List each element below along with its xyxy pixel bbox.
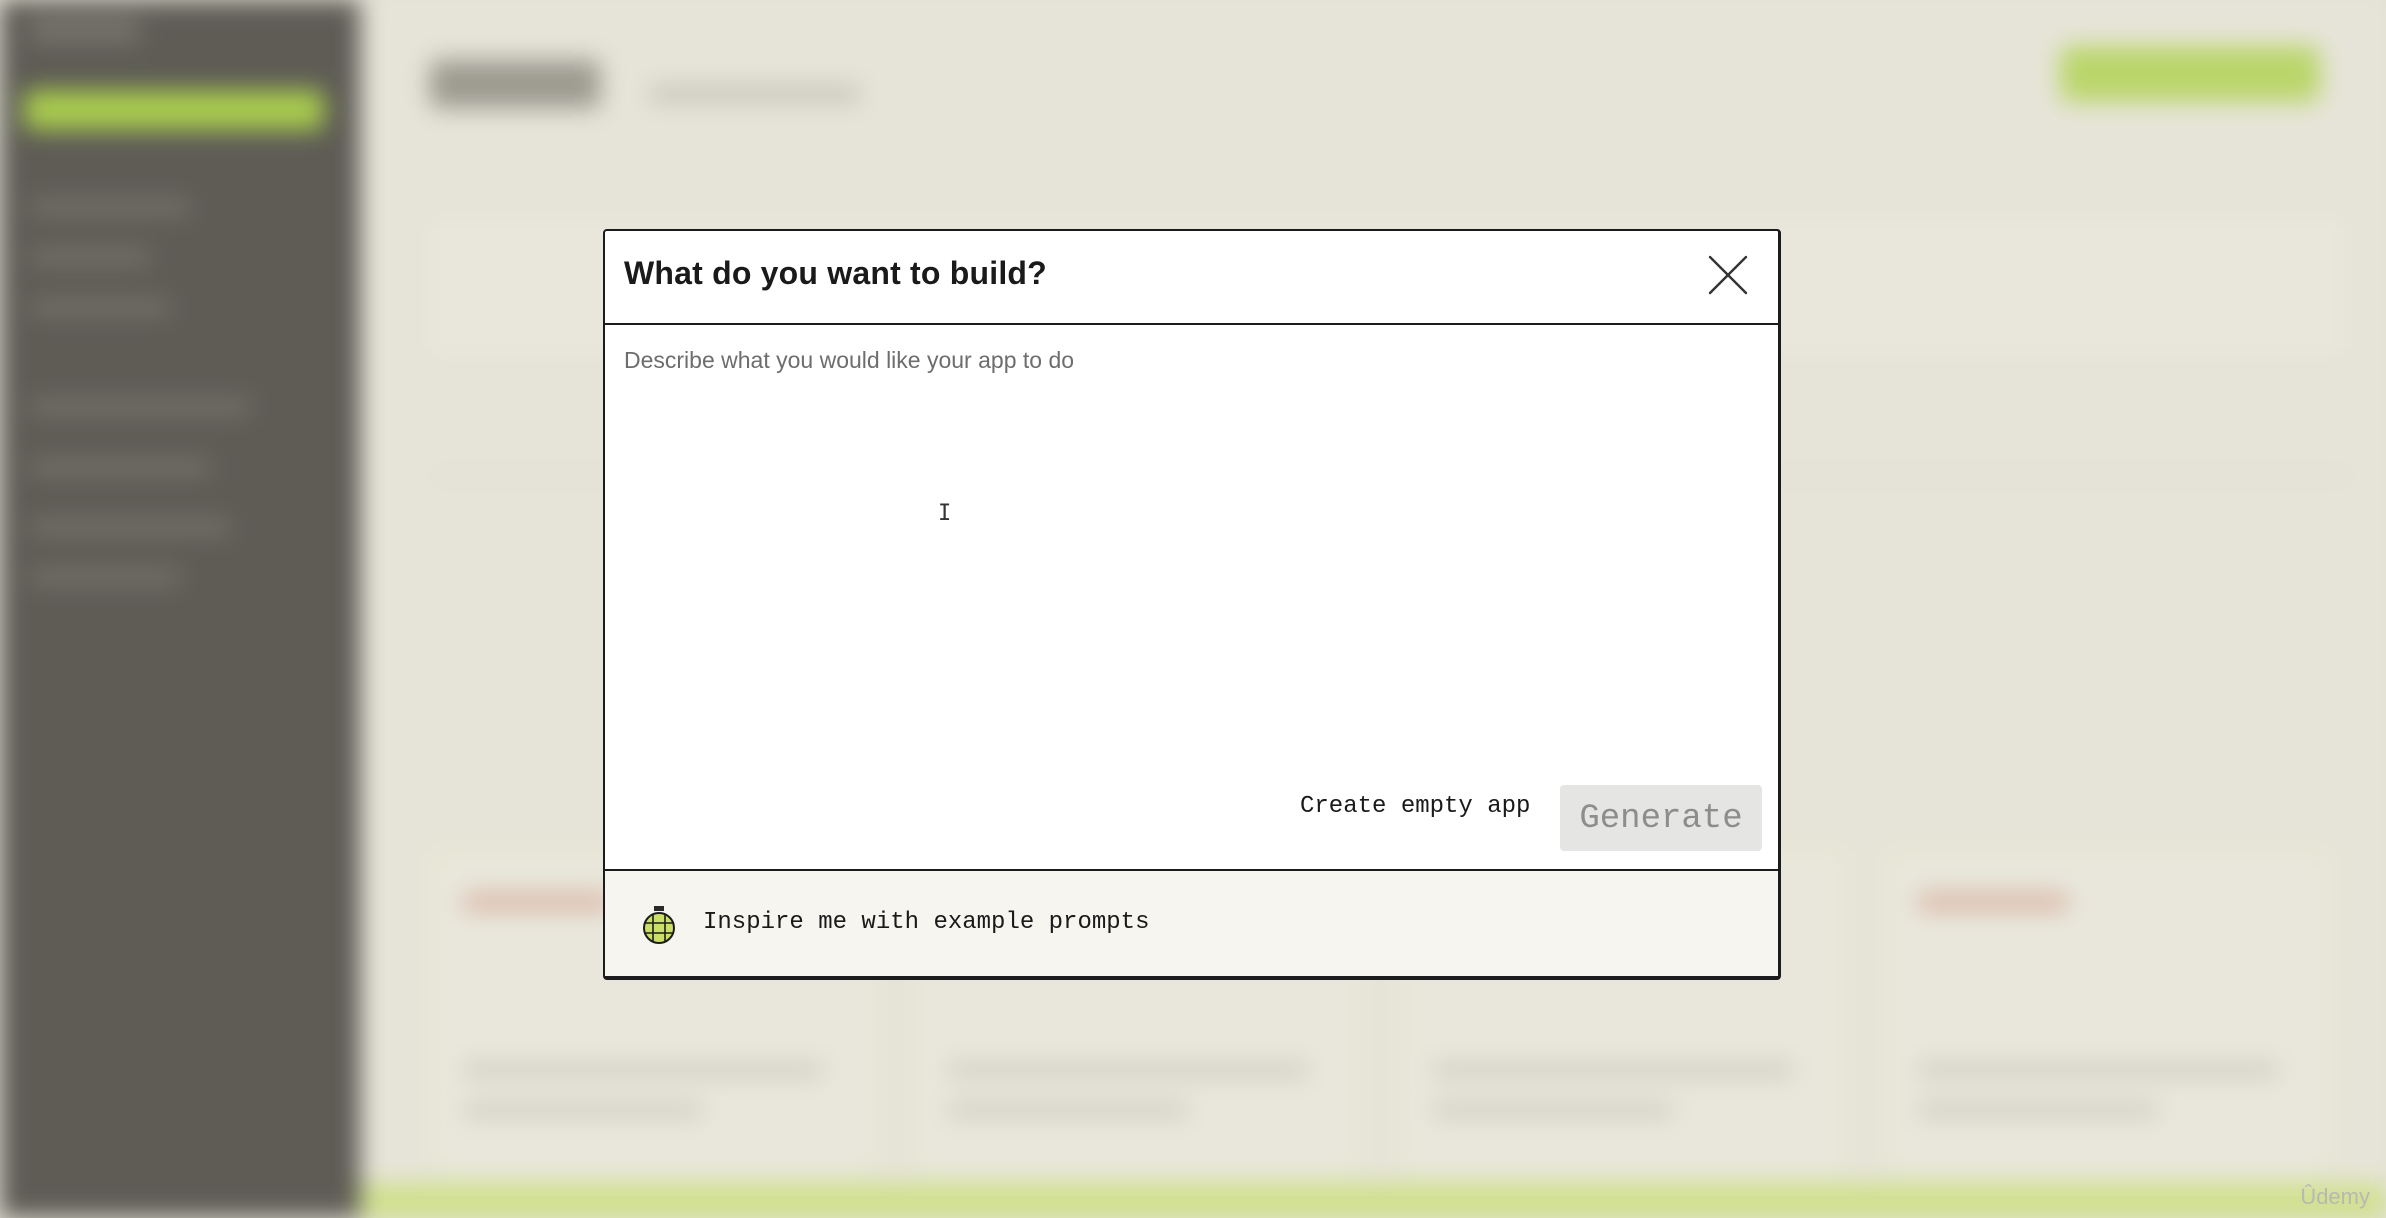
background-create-button: [24, 90, 324, 130]
background-nav-item: [30, 250, 150, 264]
build-app-dialog: What do you want to build? I Create empt…: [603, 229, 1781, 980]
background-card-line: [948, 1063, 1308, 1077]
background-bottom-bar: [360, 1184, 2386, 1218]
background-card-title: [1918, 893, 2068, 911]
background-nav-item: [30, 520, 230, 534]
dialog-title: What do you want to build?: [624, 255, 1047, 291]
background-card-line: [1433, 1103, 1673, 1117]
generate-button[interactable]: Generate: [1560, 785, 1762, 851]
watermark-logo: Ûdemy: [2300, 1184, 2370, 1209]
disco-ball-icon: [643, 906, 675, 944]
background-nav-item: [30, 570, 180, 584]
background-nav-item: [30, 300, 170, 314]
background-card-line: [1433, 1063, 1793, 1077]
background-card-line: [1918, 1103, 2158, 1117]
background-card-line: [463, 1063, 823, 1077]
create-empty-app-button[interactable]: Create empty app: [1292, 785, 1538, 829]
background-nav-item: [30, 460, 210, 474]
close-icon: [1708, 255, 1748, 295]
background-card: [1885, 850, 2331, 1176]
background-top-button: [2060, 46, 2320, 102]
background-nav-item: [30, 200, 190, 214]
close-button[interactable]: [1706, 253, 1750, 297]
background-card-line: [1918, 1063, 2278, 1077]
background-card-title: [463, 893, 613, 911]
background-sidebar: [0, 0, 360, 1218]
dialog-header: What do you want to build?: [605, 231, 1778, 325]
dialog-body: I Create empty app Generate: [605, 325, 1778, 873]
background-nav-item: [30, 400, 250, 414]
app-description-input[interactable]: [605, 325, 1778, 775]
inspire-prompts-button[interactable]: Inspire me with example prompts: [605, 869, 1778, 976]
background-subtitle: [650, 86, 860, 102]
text-cursor-icon: I: [938, 501, 952, 526]
background-logo: [30, 18, 140, 42]
inspire-prompts-label: Inspire me with example prompts: [703, 909, 1150, 936]
background-title: [430, 60, 600, 108]
background-card-line: [463, 1103, 703, 1117]
background-card-line: [948, 1103, 1188, 1117]
